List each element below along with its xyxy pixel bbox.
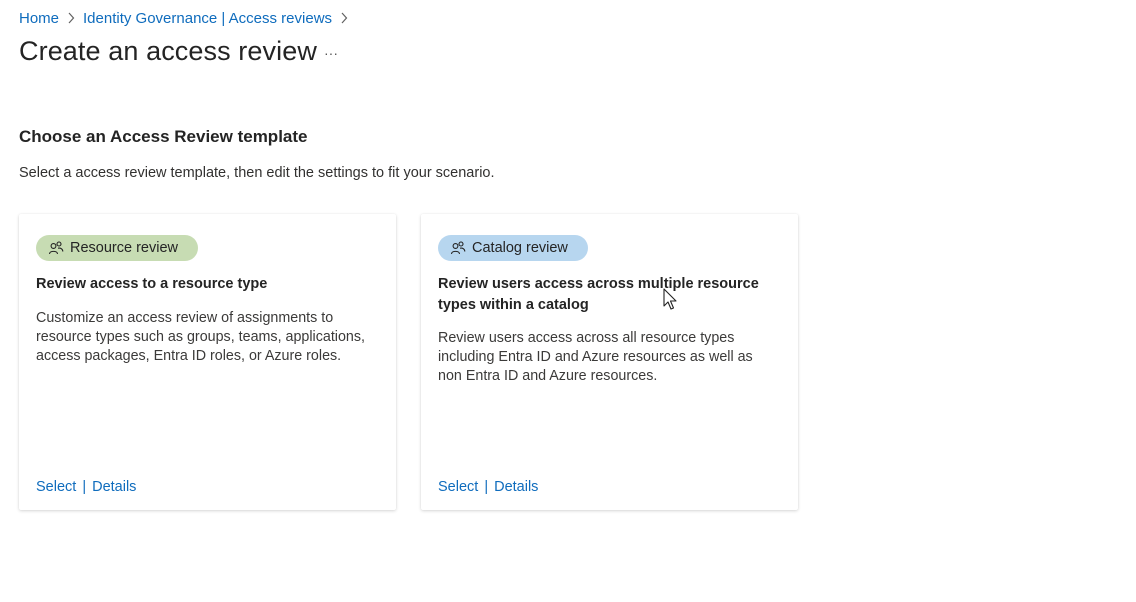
template-card-catalog-review: Catalog review Review users access acros… bbox=[421, 214, 798, 510]
people-icon bbox=[450, 240, 466, 256]
link-separator: | bbox=[484, 479, 489, 495]
select-link[interactable]: Select bbox=[36, 479, 76, 495]
page-title: Create an access review bbox=[19, 36, 317, 66]
link-separator: | bbox=[82, 479, 87, 495]
card-description: Review users access across all resource … bbox=[438, 330, 753, 384]
tag-label: Resource review bbox=[70, 240, 178, 256]
more-options-button[interactable]: ··· bbox=[318, 44, 344, 62]
card-title: Review access to a resource type bbox=[36, 276, 268, 292]
details-link[interactable]: Details bbox=[92, 479, 136, 495]
section-title: Choose an Access Review template bbox=[19, 127, 308, 146]
section-subtitle: Select a access review template, then ed… bbox=[19, 165, 495, 181]
people-icon bbox=[48, 240, 64, 256]
chevron-right-icon bbox=[332, 9, 356, 27]
template-card-resource-review: Resource review Review access to a resou… bbox=[19, 214, 396, 510]
tag-label: Catalog review bbox=[472, 240, 568, 256]
breadcrumb-home-link[interactable]: Home bbox=[19, 10, 59, 27]
card-description: Customize an access review of assignment… bbox=[36, 310, 365, 364]
card-title: Review users access across multiple reso… bbox=[438, 276, 759, 313]
breadcrumb: Home Identity Governance | Access review… bbox=[19, 9, 356, 27]
card-actions: Select | Details bbox=[36, 479, 136, 495]
breadcrumb-access-reviews-link[interactable]: Identity Governance | Access reviews bbox=[83, 10, 332, 27]
details-link[interactable]: Details bbox=[494, 479, 538, 495]
catalog-review-tag: Catalog review bbox=[438, 235, 588, 261]
card-actions: Select | Details bbox=[438, 479, 538, 495]
chevron-right-icon bbox=[59, 9, 83, 27]
select-link[interactable]: Select bbox=[438, 479, 478, 495]
mouse-cursor-icon bbox=[663, 288, 679, 312]
resource-review-tag: Resource review bbox=[36, 235, 198, 261]
